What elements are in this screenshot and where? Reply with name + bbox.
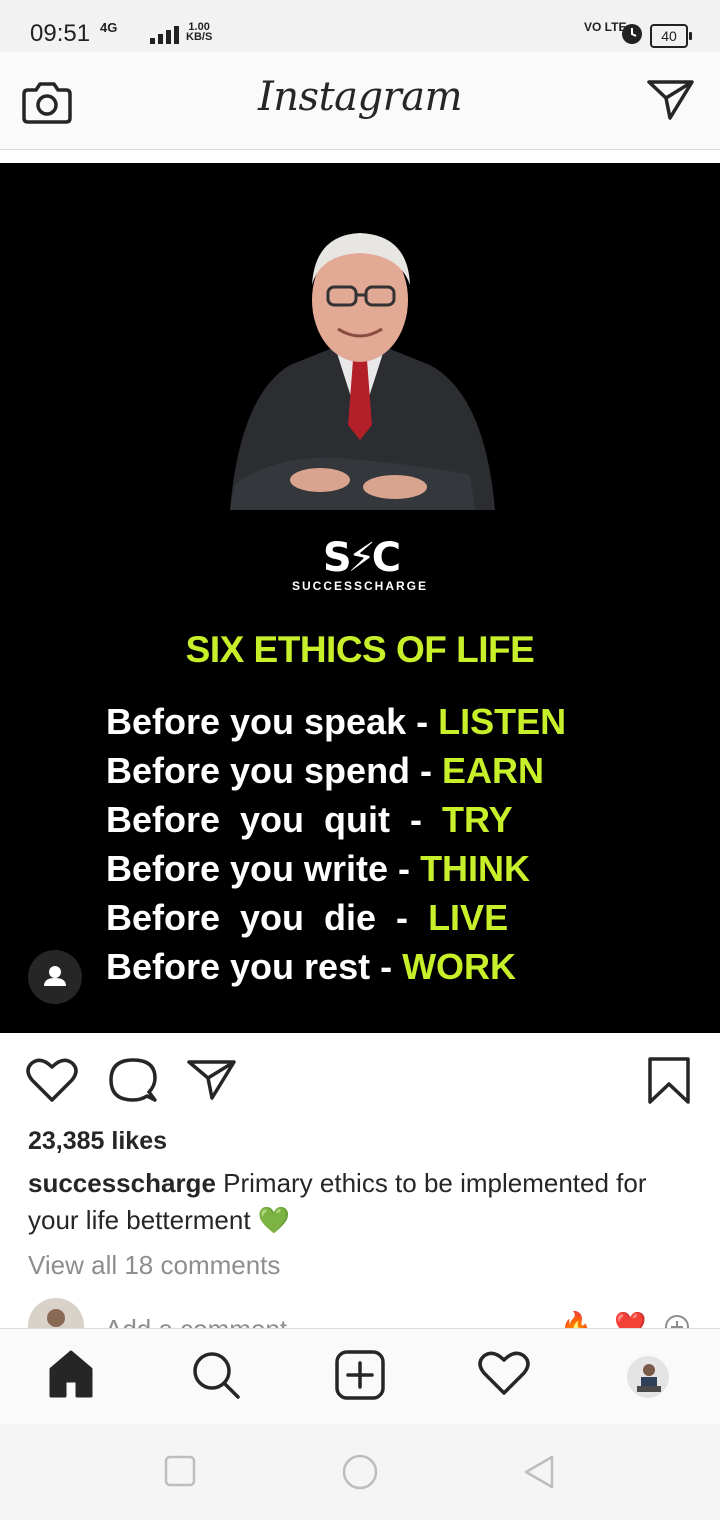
ethic-word: THINK [420, 848, 531, 889]
profile-avatar[interactable] [627, 1356, 669, 1398]
ethic-word: EARN [442, 750, 545, 791]
new-post-icon[interactable] [334, 1349, 386, 1401]
ethic-prefix: Before you rest - [106, 946, 403, 987]
heart-icon[interactable] [26, 1056, 78, 1104]
bookmark-icon[interactable] [644, 1056, 694, 1106]
instagram-logo: Instagram [257, 74, 463, 120]
avatar-image [47, 1309, 65, 1327]
post-image[interactable]: S⚡C SUCCESSCHARGE SIX ETHICS OF LIFE Bef… [0, 163, 720, 1033]
tagged-user-button[interactable] [28, 950, 82, 1004]
app-header: Instagram [0, 52, 720, 150]
quick-reaction-fire[interactable]: 🔥 [560, 1310, 592, 1328]
portrait-image [230, 233, 495, 510]
person-icon [44, 966, 66, 986]
bottom-nav [0, 1328, 720, 1425]
ethic-prefix: Before you quit - [106, 799, 443, 840]
activity-heart-icon[interactable] [478, 1349, 530, 1397]
ethic-line: Before you die - LIVE [106, 893, 566, 942]
back-button-icon[interactable] [522, 1454, 556, 1490]
ethic-prefix: Before you die - [106, 897, 429, 938]
recents-button-icon[interactable] [164, 1454, 196, 1488]
system-navigation-bar [0, 1424, 720, 1520]
ethic-line: Before you quit - TRY [106, 795, 566, 844]
ethic-line: Before you write - THINK [106, 844, 566, 893]
speed-unit: KB/S [186, 31, 213, 43]
add-comment-row[interactable]: Add a comment... 🔥 ❤️ [0, 1296, 720, 1328]
post-caption: successcharge Primary ethics to be imple… [28, 1165, 698, 1239]
brand-mark: S⚡C [322, 535, 401, 581]
ethic-prefix: Before you write - [106, 848, 421, 889]
alarm-icon [622, 24, 642, 44]
comment-icon[interactable] [107, 1056, 159, 1104]
brand-logo: S⚡C SUCCESSCHARGE [0, 535, 720, 593]
ethic-word: LIVE [428, 897, 509, 938]
likes-count[interactable]: 23,385 likes [28, 1127, 167, 1156]
ethic-line: Before you rest - WORK [106, 942, 566, 991]
caption-username[interactable]: successcharge [28, 1168, 216, 1198]
quick-reaction-heart[interactable]: ❤️ [614, 1310, 646, 1328]
ethic-word: TRY [442, 799, 513, 840]
avatar [28, 1298, 84, 1328]
share-icon[interactable] [186, 1056, 238, 1104]
ethic-prefix: Before you speak - [106, 701, 439, 742]
avatar-image [637, 1364, 661, 1392]
ethics-list: Before you speak - LISTEN Before you spe… [106, 697, 566, 991]
status-bar: 09:51 4G 1.00 KB/S VO LTE 40 [0, 0, 720, 52]
comment-input[interactable]: Add a comment... [105, 1314, 309, 1328]
paper-plane-icon[interactable] [646, 78, 696, 122]
home-icon[interactable] [47, 1349, 95, 1399]
ethic-word: LISTEN [438, 701, 567, 742]
search-icon[interactable] [190, 1349, 242, 1401]
status-time: 09:51 [30, 20, 91, 47]
network-speed: 1.00 KB/S [186, 22, 213, 43]
signal-icon [150, 26, 179, 44]
ethic-line: Before you speak - LISTEN [106, 697, 566, 746]
home-button-icon[interactable] [341, 1454, 379, 1492]
brand-name: SUCCESSCHARGE [291, 579, 428, 593]
view-comments-link[interactable]: View all 18 comments [28, 1250, 280, 1281]
ethic-word: WORK [402, 946, 517, 987]
post-heading: SIX ETHICS OF LIFE [185, 629, 535, 670]
post-actions [0, 1050, 720, 1110]
network-type: 4G [100, 20, 118, 35]
add-reaction-icon[interactable] [664, 1314, 690, 1328]
ethic-prefix: Before you spend - [106, 750, 443, 791]
battery-indicator: 40 [650, 24, 692, 48]
ethic-line: Before you spend - EARN [106, 746, 566, 795]
